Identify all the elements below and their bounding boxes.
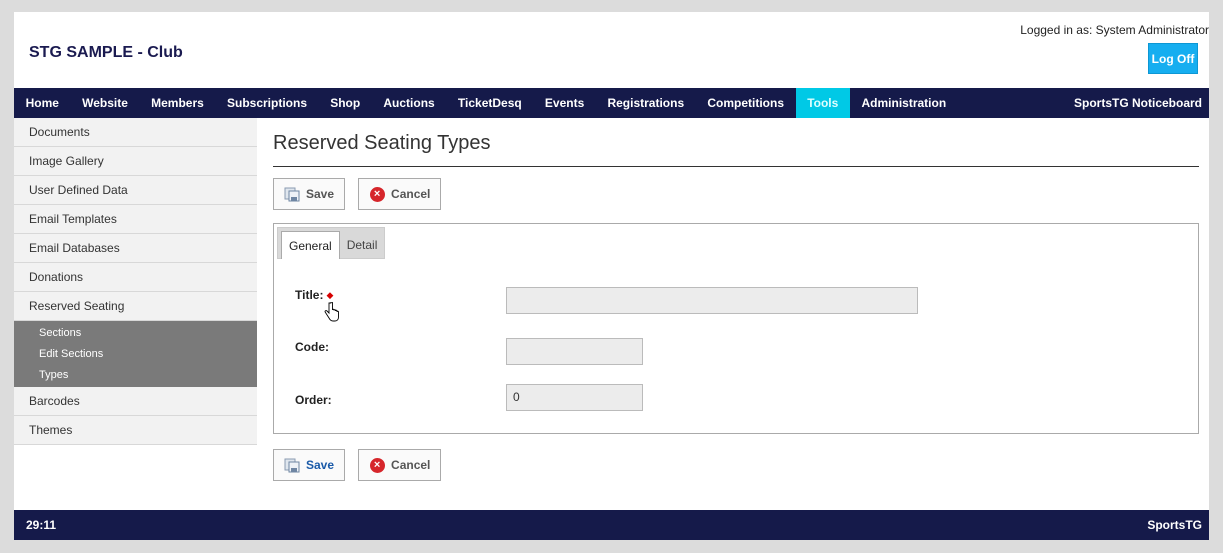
sidebar-subitem-sections[interactable]: Sections — [14, 323, 257, 344]
page-title: Reserved Seating Types — [273, 132, 1199, 167]
nav-ticketdesq[interactable]: TicketDesq — [446, 88, 533, 118]
nav-administration[interactable]: Administration — [850, 88, 958, 118]
logged-in-text: Logged in as: System Administrator — [1020, 23, 1209, 37]
site-title: STG SAMPLE - Club — [29, 44, 183, 61]
sidebar-item-reserved-seating[interactable]: Reserved Seating — [14, 292, 257, 321]
footer-time: 29:11 — [26, 518, 57, 532]
cancel-icon: × — [369, 186, 385, 202]
sidebar-item-donations[interactable]: Donations — [14, 263, 257, 292]
hand-cursor-icon — [324, 301, 340, 327]
sidebar-subitem-edit-sections[interactable]: Edit Sections — [14, 344, 257, 365]
save-icon — [284, 186, 300, 202]
nav-events[interactable]: Events — [533, 88, 596, 118]
sidebar-item-documents[interactable]: Documents — [14, 118, 257, 147]
order-input[interactable]: 0 — [506, 384, 643, 411]
title-input[interactable] — [506, 287, 918, 314]
cancel-button-bottom[interactable]: × Cancel — [358, 449, 442, 481]
tab-bar: General Detail — [277, 227, 386, 259]
nav-noticeboard[interactable]: SportsTG Noticeboard — [1062, 88, 1209, 118]
nav-members[interactable]: Members — [140, 88, 216, 118]
cancel-icon: × — [369, 457, 385, 473]
bottom-button-row: Save × Cancel — [273, 449, 1199, 481]
footer: 29:11 SportsTG — [14, 510, 1209, 540]
title-label: Title: ◆ — [295, 288, 333, 302]
save-button-bottom[interactable]: Save — [273, 449, 346, 481]
nav-subscriptions[interactable]: Subscriptions — [215, 88, 318, 118]
nav-auctions[interactable]: Auctions — [372, 88, 447, 118]
nav-home[interactable]: Home — [14, 88, 71, 118]
cancel-label: Cancel — [391, 187, 431, 201]
nav-website[interactable]: Website — [71, 88, 140, 118]
top-button-row: Save × Cancel — [273, 178, 1199, 210]
main-content: Reserved Seating Types Save × Cancel Gen… — [273, 132, 1199, 481]
save-label: Save — [306, 187, 335, 201]
cancel-label: Cancel — [391, 458, 431, 472]
form-panel: General Detail Title: ◆ Code: Order: 0 — [273, 223, 1199, 434]
title-label-text: Title: — [295, 288, 324, 302]
sidebar-item-user-defined-data[interactable]: User Defined Data — [14, 176, 257, 205]
nav-competitions[interactable]: Competitions — [696, 88, 796, 118]
sidebar: Documents Image Gallery User Defined Dat… — [14, 118, 257, 445]
nav-shop[interactable]: Shop — [319, 88, 372, 118]
sidebar-item-themes[interactable]: Themes — [14, 416, 257, 445]
sidebar-item-email-databases[interactable]: Email Databases — [14, 234, 257, 263]
sidebar-subitem-types[interactable]: Types — [14, 365, 257, 386]
save-button-top[interactable]: Save — [273, 178, 346, 210]
code-input[interactable] — [506, 338, 643, 365]
sidebar-item-barcodes[interactable]: Barcodes — [14, 387, 257, 416]
sidebar-item-email-templates[interactable]: Email Templates — [14, 205, 257, 234]
cancel-button-top[interactable]: × Cancel — [358, 178, 442, 210]
required-icon: ◆ — [326, 290, 334, 301]
order-label: Order: — [295, 393, 332, 407]
nav-registrations[interactable]: Registrations — [596, 88, 696, 118]
sidebar-item-image-gallery[interactable]: Image Gallery — [14, 147, 257, 176]
main-nav: Home Website Members Subscriptions Shop … — [14, 88, 1209, 118]
nav-tools[interactable]: Tools — [795, 88, 850, 118]
log-off-button[interactable]: Log Off — [1148, 43, 1198, 74]
tab-detail[interactable]: Detail — [340, 231, 385, 259]
sidebar-submenu: Sections Edit Sections Types — [14, 321, 257, 387]
page-frame: STG SAMPLE - Club Logged in as: System A… — [14, 12, 1209, 540]
code-label: Code: — [295, 340, 329, 354]
footer-brand[interactable]: SportsTG — [1147, 518, 1202, 532]
tab-general[interactable]: General — [281, 231, 340, 259]
save-icon — [284, 457, 300, 473]
save-label: Save — [306, 458, 335, 472]
